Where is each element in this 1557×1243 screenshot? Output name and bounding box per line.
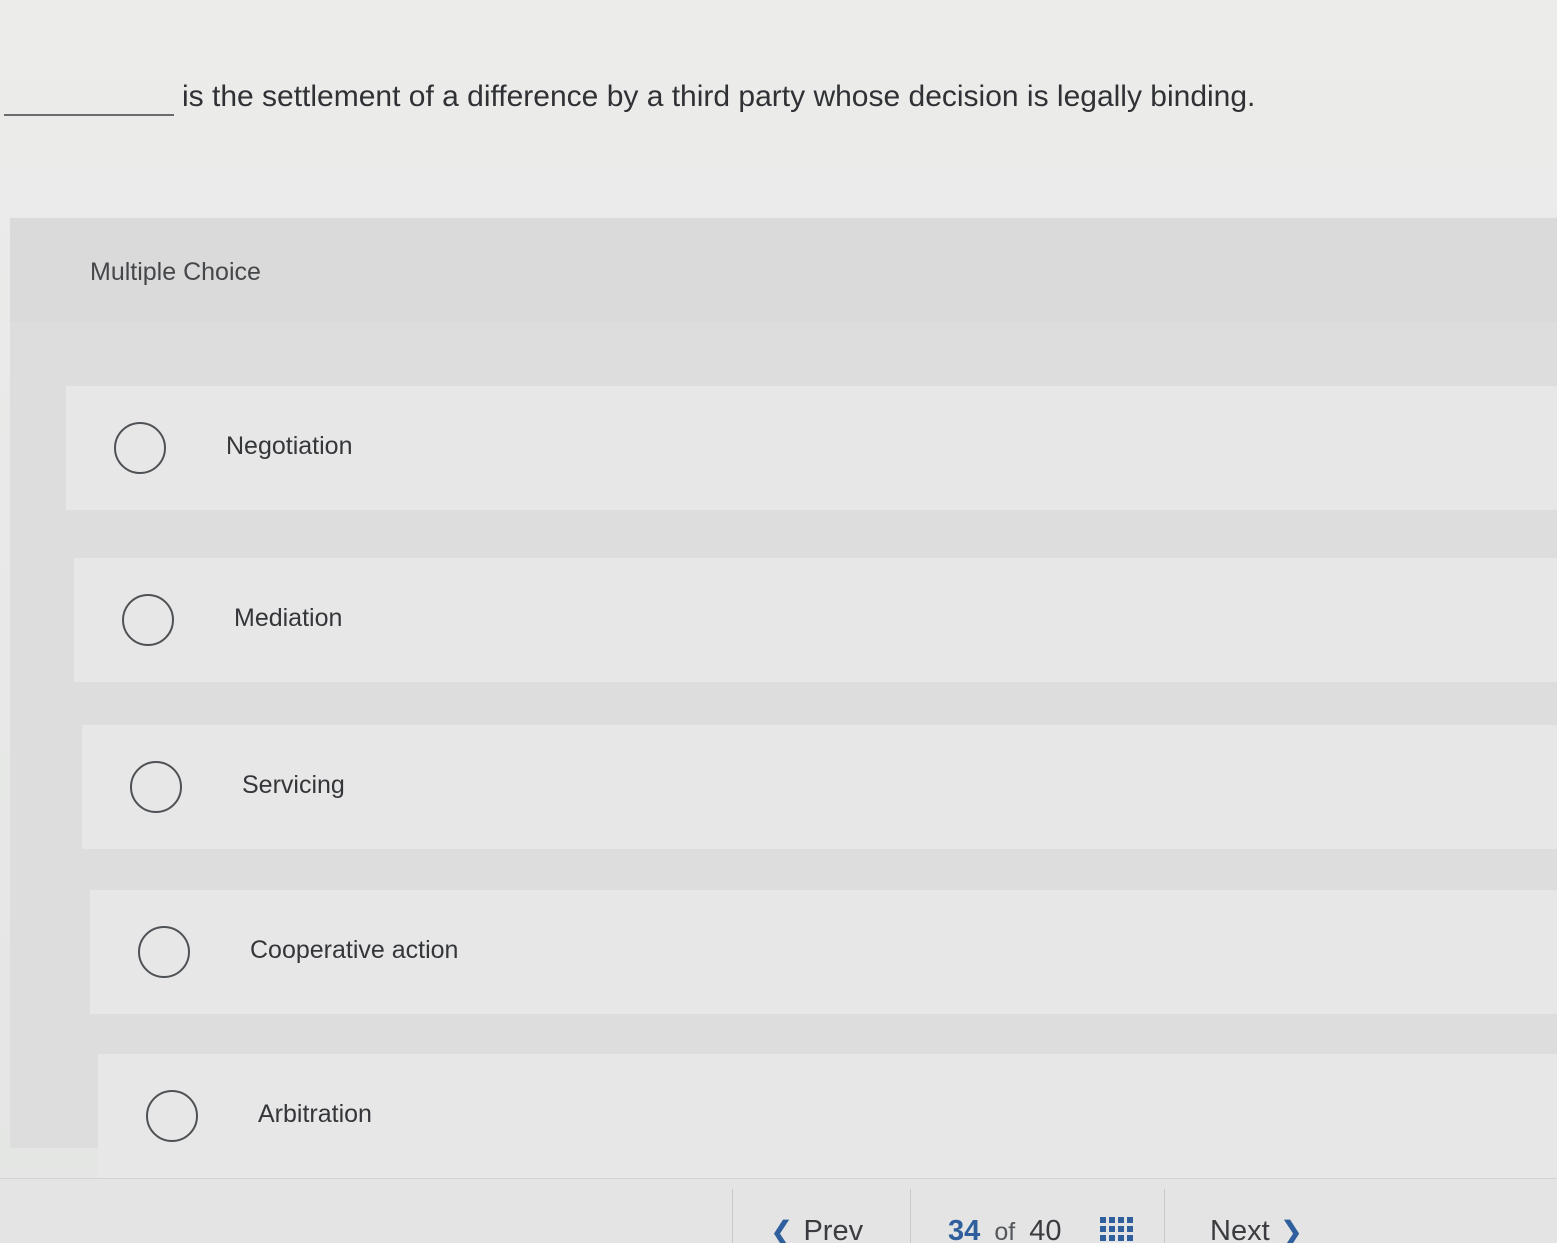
- choice-option[interactable]: Negotiation: [66, 386, 1557, 510]
- choice-label: Negotiation: [226, 432, 353, 460]
- divider: [1164, 1189, 1165, 1243]
- prev-button[interactable]: ❮ Prev: [770, 1215, 873, 1243]
- radio-button[interactable]: [122, 594, 174, 646]
- choice-label: Servicing: [242, 771, 345, 799]
- radio-button[interactable]: [146, 1090, 198, 1142]
- multiple-choice-panel: Multiple Choice Negotiation Mediation Se…: [10, 218, 1557, 1178]
- of-label: of: [994, 1218, 1016, 1243]
- radio-button[interactable]: [130, 761, 182, 813]
- page: is the settlement of a difference by a t…: [0, 0, 1557, 1243]
- chevron-left-icon: ❮: [770, 1215, 794, 1243]
- choice-label: Cooperative action: [250, 936, 459, 964]
- radio-button[interactable]: [138, 926, 190, 978]
- chevron-right-icon: ❯: [1279, 1215, 1304, 1243]
- total-questions: 40: [1029, 1215, 1062, 1243]
- prev-label: Prev: [803, 1215, 864, 1243]
- divider: [732, 1189, 733, 1243]
- choice-label: Mediation: [234, 604, 343, 632]
- choice-option[interactable]: Mediation: [74, 558, 1557, 682]
- choice-option[interactable]: Servicing: [82, 725, 1557, 849]
- next-button[interactable]: Next ❯: [1200, 1215, 1303, 1243]
- divider: [910, 1189, 911, 1243]
- question: is the settlement of a difference by a t…: [0, 62, 1557, 132]
- footer-navigation: ❮ Prev 34 of 40 Next ❯: [0, 1178, 1557, 1243]
- current-question-number: 34: [948, 1215, 981, 1243]
- answer-blank: [4, 114, 174, 116]
- choice-label: Arbitration: [258, 1100, 372, 1128]
- multiple-choice-label: Multiple Choice: [90, 258, 261, 286]
- next-label: Next: [1210, 1215, 1270, 1243]
- question-counter: 34 of 40: [948, 1215, 1062, 1243]
- choice-option[interactable]: Arbitration: [98, 1054, 1557, 1178]
- pagination: ❮ Prev 34 of 40 Next ❯: [732, 1189, 1332, 1243]
- multiple-choice-header: Multiple Choice: [10, 218, 1557, 322]
- grid-icon[interactable]: [1100, 1217, 1134, 1243]
- radio-button[interactable]: [114, 422, 166, 474]
- choice-option[interactable]: Cooperative action: [90, 890, 1557, 1014]
- question-text: is the settlement of a difference by a t…: [182, 80, 1256, 113]
